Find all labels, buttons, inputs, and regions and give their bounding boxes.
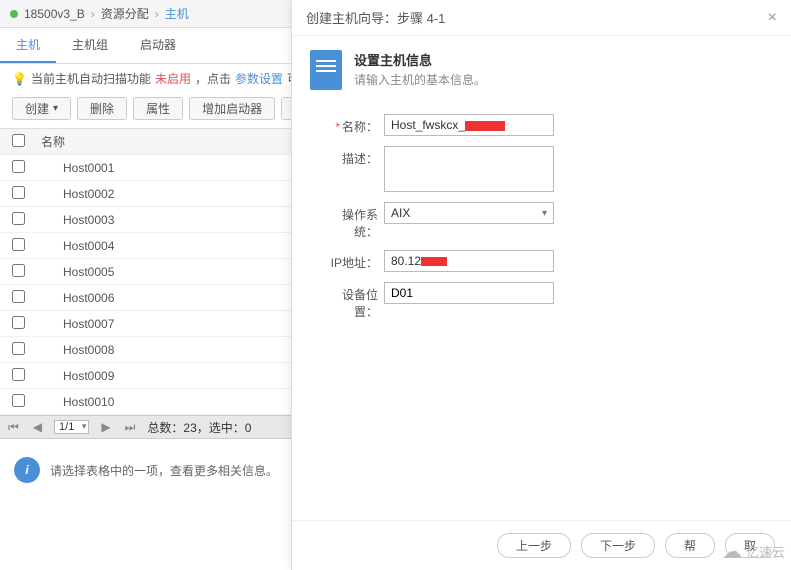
- row-checkbox[interactable]: [12, 290, 25, 303]
- label-name: 名称：: [342, 120, 378, 134]
- row-checkbox[interactable]: [12, 212, 25, 225]
- label-os: 操作系统：: [320, 202, 384, 240]
- props-button[interactable]: 属性: [133, 97, 183, 120]
- row-checkbox[interactable]: [12, 264, 25, 277]
- breadcrumb-mid[interactable]: 资源分配: [101, 5, 149, 22]
- breadcrumb-sep-icon: ›: [91, 7, 95, 21]
- pager-first-icon[interactable]: ⏮: [6, 420, 21, 435]
- tab-host[interactable]: 主机: [0, 28, 56, 63]
- host-form: *名称： Host_fwskcx_ 描述： 操作系统： AIX ▾ IP地址： …: [292, 94, 791, 350]
- modal-title-row: 设置主机信息 请输入主机的基本信息。: [292, 36, 791, 94]
- tab-hostgroup[interactable]: 主机组: [56, 28, 124, 63]
- breadcrumb-root[interactable]: 18500v3_B: [24, 7, 85, 21]
- add-initiator-button[interactable]: 增加启动器: [189, 97, 275, 120]
- modal-title: 设置主机信息: [354, 50, 486, 69]
- delete-button[interactable]: 删除: [77, 97, 127, 120]
- row-checkbox[interactable]: [12, 394, 25, 407]
- os-select[interactable]: AIX ▾: [384, 202, 554, 224]
- breadcrumb-leaf[interactable]: 主机: [165, 5, 189, 22]
- pager-page-select[interactable]: 1/1: [54, 420, 89, 434]
- status-dot-icon: [10, 10, 18, 18]
- tip-settings-link[interactable]: 参数设置: [235, 70, 283, 87]
- desc-field[interactable]: [384, 146, 554, 192]
- tab-initiator[interactable]: 启动器: [124, 28, 192, 63]
- ip-field[interactable]: 80.12: [384, 250, 554, 272]
- close-icon[interactable]: ×: [768, 9, 777, 27]
- label-desc: 描述：: [320, 146, 384, 167]
- help-button[interactable]: 帮: [665, 533, 715, 558]
- breadcrumb-sep-icon: ›: [155, 7, 159, 21]
- tip-disabled: 未启用: [155, 70, 191, 87]
- bulb-icon: 💡: [12, 72, 27, 86]
- label-loc: 设备位置：: [320, 282, 384, 320]
- label-ip: IP地址：: [320, 250, 384, 271]
- redacted-icon: [421, 257, 447, 266]
- watermark: ☁ 亿速云: [722, 539, 785, 564]
- row-checkbox[interactable]: [12, 368, 25, 381]
- modal-subtitle: 请输入主机的基本信息。: [354, 71, 486, 88]
- row-checkbox[interactable]: [12, 186, 25, 199]
- row-checkbox[interactable]: [12, 316, 25, 329]
- next-button[interactable]: 下一步: [581, 533, 655, 558]
- select-all-checkbox[interactable]: [12, 134, 25, 147]
- prev-button[interactable]: 上一步: [497, 533, 571, 558]
- pager-next-icon[interactable]: ▶: [99, 420, 112, 434]
- name-field[interactable]: Host_fwskcx_: [384, 114, 554, 136]
- create-host-wizard: 创建主机向导：步骤 4-1 × 设置主机信息 请输入主机的基本信息。 *名称： …: [291, 0, 791, 570]
- location-field[interactable]: [384, 282, 554, 304]
- row-checkbox[interactable]: [12, 238, 25, 251]
- info-icon: i: [14, 457, 40, 483]
- create-button[interactable]: 创建▾: [12, 97, 71, 120]
- modal-footer: 上一步 下一步 帮 取: [292, 520, 791, 570]
- pager-prev-icon[interactable]: ◀: [31, 420, 44, 434]
- row-checkbox[interactable]: [12, 160, 25, 173]
- pager-last-icon[interactable]: ⏭: [123, 420, 138, 435]
- modal-header: 创建主机向导：步骤 4-1 ×: [292, 0, 791, 36]
- document-icon: [310, 50, 342, 90]
- caret-down-icon: ▾: [53, 103, 58, 114]
- cloud-icon: ☁: [722, 539, 742, 564]
- row-checkbox[interactable]: [12, 342, 25, 355]
- pager-summary: 总数：23，选中：0: [147, 419, 251, 436]
- caret-down-icon: ▾: [542, 208, 547, 219]
- redacted-icon: [465, 121, 505, 131]
- modal-header-title: 创建主机向导：步骤 4-1: [306, 8, 445, 27]
